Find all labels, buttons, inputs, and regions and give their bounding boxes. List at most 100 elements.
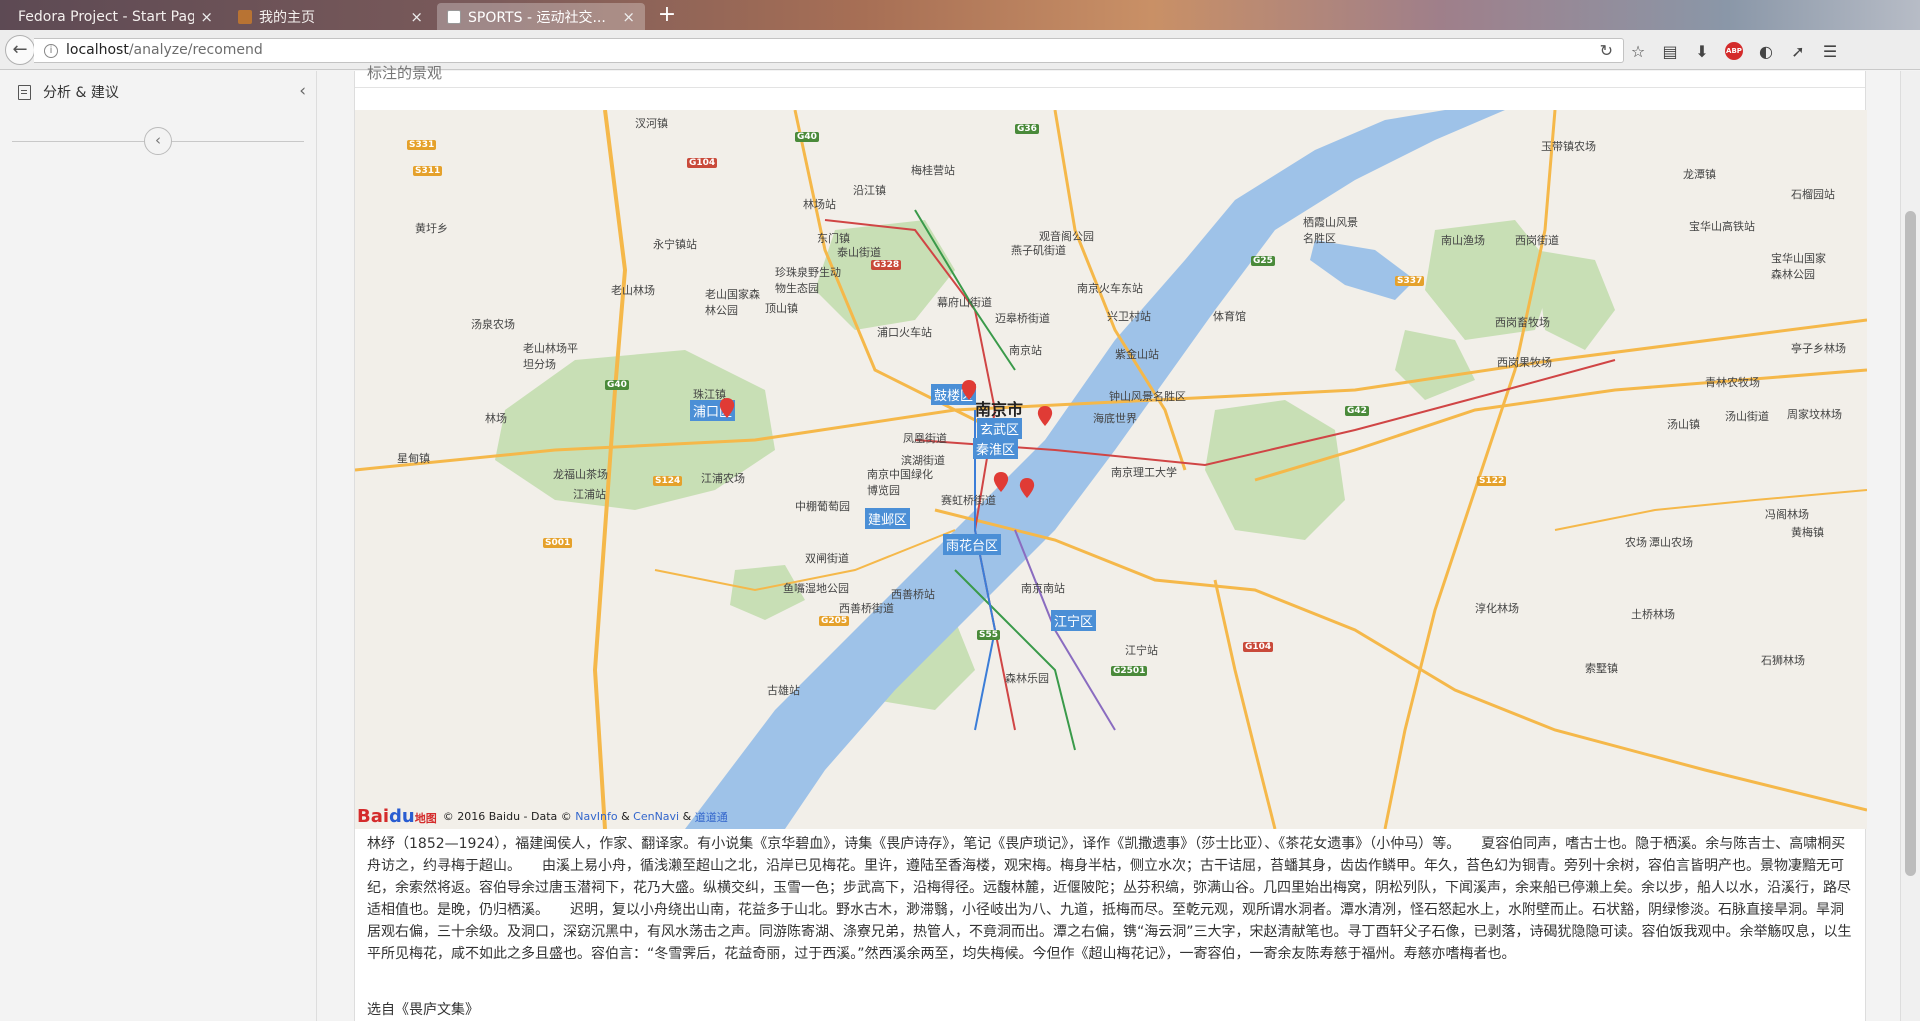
reload-icon[interactable]: ↻	[1600, 41, 1613, 60]
credit-link[interactable]: NavInfo	[575, 810, 617, 823]
map-place-label: 老山国家森林公园	[705, 288, 760, 317]
new-tab-button[interactable]: +	[654, 3, 680, 29]
map-place-label: 潭山农场	[1649, 536, 1693, 549]
page-scrollbar[interactable]	[1900, 71, 1920, 1021]
district-tag: 江宁区	[1051, 610, 1097, 631]
browser-navbar: ← i localhost/analyze/recomend ↻ ☆ ▤ ⬇ A…	[0, 30, 1920, 70]
tab-sports[interactable]: SPORTS - 运动社交... ×	[437, 3, 645, 30]
chevron-left-icon[interactable]: ‹	[299, 81, 306, 101]
map-place-label: 汤泉农场	[471, 318, 515, 331]
credit-separator: &	[682, 810, 692, 823]
credit-link[interactable]: 道道通	[695, 809, 728, 825]
map-place-label: 兴卫村站	[1107, 310, 1151, 323]
map-place-label: 淳化林场	[1475, 602, 1519, 615]
share-icon[interactable]: ➚	[1788, 41, 1808, 61]
close-tab-icon[interactable]: ×	[622, 8, 635, 26]
tab-title: Fedora Project - Start Page	[18, 8, 195, 25]
map-place-label: 紫金山站	[1115, 348, 1159, 361]
url-bar[interactable]: i localhost/analyze/recomend ↻	[34, 38, 1624, 63]
credit-separator: &	[621, 810, 630, 823]
credit-link[interactable]: CenNavi	[633, 810, 679, 823]
district-tag: 秦淮区	[973, 438, 1019, 459]
document-icon	[18, 84, 31, 100]
sidebar-item-analyze[interactable]: 分析 & 建议 ‹	[18, 81, 306, 103]
map-place-label: 亭子乡林场	[1791, 342, 1846, 355]
map-place-label: 南山渔场	[1441, 234, 1485, 247]
map-place-label: 老山林场平坦分场	[523, 342, 578, 371]
map-place-label: 观音阁公园	[1039, 230, 1094, 243]
map-place-label: 南京理工大学	[1111, 466, 1177, 479]
map-place-label: 体育馆	[1213, 310, 1246, 323]
map-place-label: 龙潭镇	[1683, 168, 1716, 181]
district-tag: 雨花台区	[943, 534, 1002, 555]
baidu-map[interactable]: 汊河镇 沿江镇 梅桂营站 林场站 东门镇 泰山街道 永宁镇站 珍珠泉野生动物生态…	[355, 110, 1867, 829]
map-place-label: 汊河镇	[635, 117, 668, 130]
tab-homepage[interactable]: 我的主页 ×	[228, 3, 433, 30]
browser-tab-bar: Fedora Project - Start Page × 我的主页 × SPO…	[0, 0, 1920, 30]
scrollbar-thumb[interactable]	[1905, 211, 1916, 876]
map-place-label: 钟山风景名胜区	[1109, 390, 1186, 403]
road-shield: G104	[687, 158, 718, 168]
map-place-label: 幕府山街道	[937, 296, 992, 309]
map-panel: 标注的景观 汊河镇 沿江镇 梅桂营站 林场站 东门镇 泰山街道 永宁镇站 珍珠泉…	[354, 64, 1867, 1021]
road-shield: S55	[977, 630, 1001, 640]
main-content: 标注的景观 汊河镇 沿江镇 梅桂营站 林场站 东门镇 泰山街道 永宁镇站 珍珠泉…	[318, 64, 1900, 1021]
map-place-label: 林场站	[803, 198, 836, 211]
road-shield: G42	[1345, 406, 1369, 416]
map-place-label: 黄圩乡	[415, 222, 448, 235]
map-place-label: 星甸镇	[397, 452, 430, 465]
menu-icon[interactable]: ☰	[1820, 41, 1840, 61]
adblock-icon[interactable]: ABP	[1724, 41, 1744, 61]
map-place-label: 永宁镇站	[653, 238, 697, 251]
map-place-label: 宝华山国家森林公园	[1771, 252, 1826, 281]
map-place-label: 西善桥街道	[839, 602, 894, 615]
close-tab-icon[interactable]: ×	[410, 8, 423, 26]
road-shield: G36	[1015, 124, 1039, 134]
map-pin-marker[interactable]	[717, 398, 737, 418]
sidebar-collapse-button[interactable]: ‹	[144, 127, 172, 155]
page-favicon-icon	[238, 9, 252, 24]
map-place-label: 梅桂营站	[911, 164, 955, 177]
map-pin-marker[interactable]	[991, 472, 1011, 492]
info-icon[interactable]: i	[44, 44, 58, 58]
road-shield: S337	[1395, 276, 1425, 286]
map-place-label: 西岗畜牧场	[1495, 316, 1550, 329]
map-pin-marker[interactable]	[959, 380, 979, 400]
map-pin-marker[interactable]	[1017, 478, 1037, 498]
map-place-label: 宝华山高铁站	[1689, 220, 1755, 233]
map-place-label: 古雄站	[767, 684, 800, 697]
article-source: 选自《畏庐文集》	[367, 1002, 479, 1018]
map-place-label: 农场	[1625, 536, 1647, 549]
reading-list-icon[interactable]: ▤	[1660, 41, 1680, 61]
map-place-label: 西岗街道	[1515, 234, 1559, 247]
map-place-label: 林场	[485, 412, 507, 425]
road-shield: G205	[819, 616, 850, 626]
map-place-label: 南京南站	[1021, 582, 1065, 595]
road-shield: G25	[1251, 256, 1275, 266]
baidu-logo[interactable]: Baidu地图	[357, 806, 437, 827]
map-place-label: 江浦站	[573, 488, 606, 501]
map-place-label: 沿江镇	[853, 184, 886, 197]
bookmark-star-icon[interactable]: ☆	[1628, 41, 1648, 61]
map-pin-marker[interactable]	[1035, 406, 1055, 426]
map-place-label: 青林农牧场	[1705, 376, 1760, 389]
map-place-label: 龙福山茶场	[553, 468, 608, 481]
map-place-label: 老山林场	[611, 284, 655, 297]
extension-icon[interactable]: ◐	[1756, 41, 1776, 61]
map-place-label: 迈皋桥街道	[995, 312, 1050, 325]
sidebar-item-label: 分析 & 建议	[43, 85, 119, 101]
back-button[interactable]: ←	[5, 35, 35, 65]
map-place-label: 海底世界	[1093, 412, 1137, 425]
download-icon[interactable]: ⬇	[1692, 41, 1712, 61]
district-tag: 玄武区	[977, 418, 1023, 439]
panel-title: 标注的景观	[367, 64, 443, 82]
map-place-label: 周家坟林场	[1787, 408, 1842, 421]
map-place-label: 凤凰街道	[903, 432, 947, 445]
tab-fedora[interactable]: Fedora Project - Start Page ×	[8, 3, 223, 30]
close-tab-icon[interactable]: ×	[200, 8, 213, 26]
panel-header: 标注的景观	[355, 64, 1865, 88]
map-credit: Baidu地图 © 2016 Baidu - Data © NavInfo & …	[357, 806, 728, 827]
map-place-label: 浦口火车站	[877, 326, 932, 339]
map-place-label: 黄梅镇	[1791, 526, 1824, 539]
map-place-label: 鱼嘴湿地公园	[783, 582, 849, 595]
